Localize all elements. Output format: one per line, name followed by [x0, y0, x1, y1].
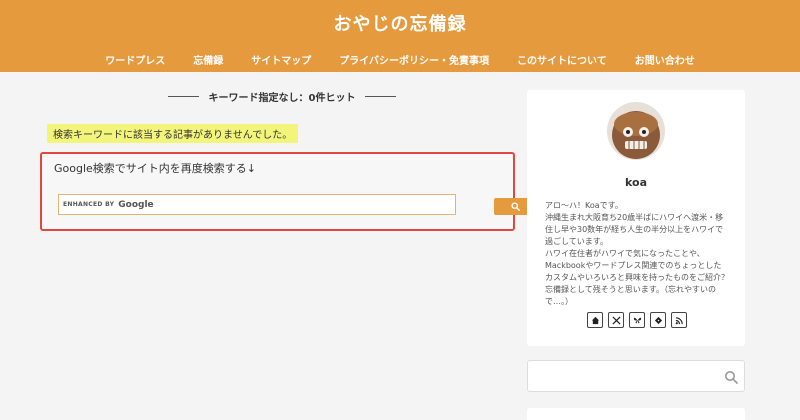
nav-item-privacy[interactable]: プライバシーポリシー・免責事項	[339, 52, 489, 67]
no-match-message: 検索キーワードに該当する記事がありませんでした。	[47, 124, 299, 143]
google-search-input[interactable]: ENHANCED BY Google	[58, 194, 456, 215]
profile-bio-line: 沖縄生まれ大阪育ち20歳半ばにハワイへ渡米・移住し早や30数年が経ち人生の半分以…	[545, 213, 724, 246]
search-box-title: Google検索でサイト内を再度検索する↓	[54, 162, 257, 175]
nav-item-sitemap[interactable]: サイトマップ	[251, 52, 311, 67]
profile-bio: アロ〜ハ！Koaです。 沖縄生まれ大阪育ち20歳半ばにハワイへ渡米・移住し早や3…	[545, 200, 729, 308]
google-label: Google	[118, 199, 154, 210]
profile-card: koa アロ〜ハ！Koaです。 沖縄生まれ大阪育ち20歳半ばにハワイへ渡米・移住…	[527, 90, 745, 346]
profile-name: koa	[625, 176, 647, 189]
google-search-box: Google検索でサイト内を再度検索する↓ ENHANCED BY Google	[40, 152, 536, 231]
home-icon[interactable]	[587, 312, 603, 328]
x-icon[interactable]	[608, 312, 624, 328]
search-icon	[510, 202, 520, 211]
search-icon[interactable]	[724, 369, 738, 388]
site-header: おやじの忘備録 ワードプレス 忘備録 サイトマップ プライバシーポリシー・免責事…	[0, 0, 800, 72]
search-result-heading: キーワード指定なし：0件ヒット	[168, 89, 396, 104]
result-heading-text: キーワード指定なし：0件ヒット	[208, 93, 356, 104]
heading-line-right	[365, 96, 396, 97]
nav-item-contact[interactable]: お問い合わせ	[635, 52, 695, 67]
site-title[interactable]: おやじの忘備録	[0, 10, 800, 36]
profile-bio-line: ハワイ在住者がハワイで気になったことや、Mackbookやワードプレス関連でのち…	[545, 249, 729, 306]
heading-line-left	[168, 96, 199, 97]
nav-item-about[interactable]: このサイトについて	[517, 52, 607, 67]
sidebar-widget	[527, 408, 745, 420]
nav-item-wordpress[interactable]: ワードプレス	[105, 52, 165, 67]
bluesky-icon[interactable]	[629, 312, 645, 328]
sidebar-search-input[interactable]	[527, 360, 745, 392]
enhanced-by-label: ENHANCED BY	[63, 201, 115, 208]
avatar	[607, 102, 665, 160]
rss-icon[interactable]	[671, 312, 687, 328]
nav-item-memo[interactable]: 忘備録	[193, 52, 223, 67]
profile-bio-line: アロ〜ハ！Koaです。	[545, 201, 623, 210]
global-nav: ワードプレス 忘備録 サイトマップ プライバシーポリシー・免責事項 このサイトに…	[0, 52, 800, 67]
social-links	[587, 312, 687, 328]
feedly-icon[interactable]	[650, 312, 666, 328]
